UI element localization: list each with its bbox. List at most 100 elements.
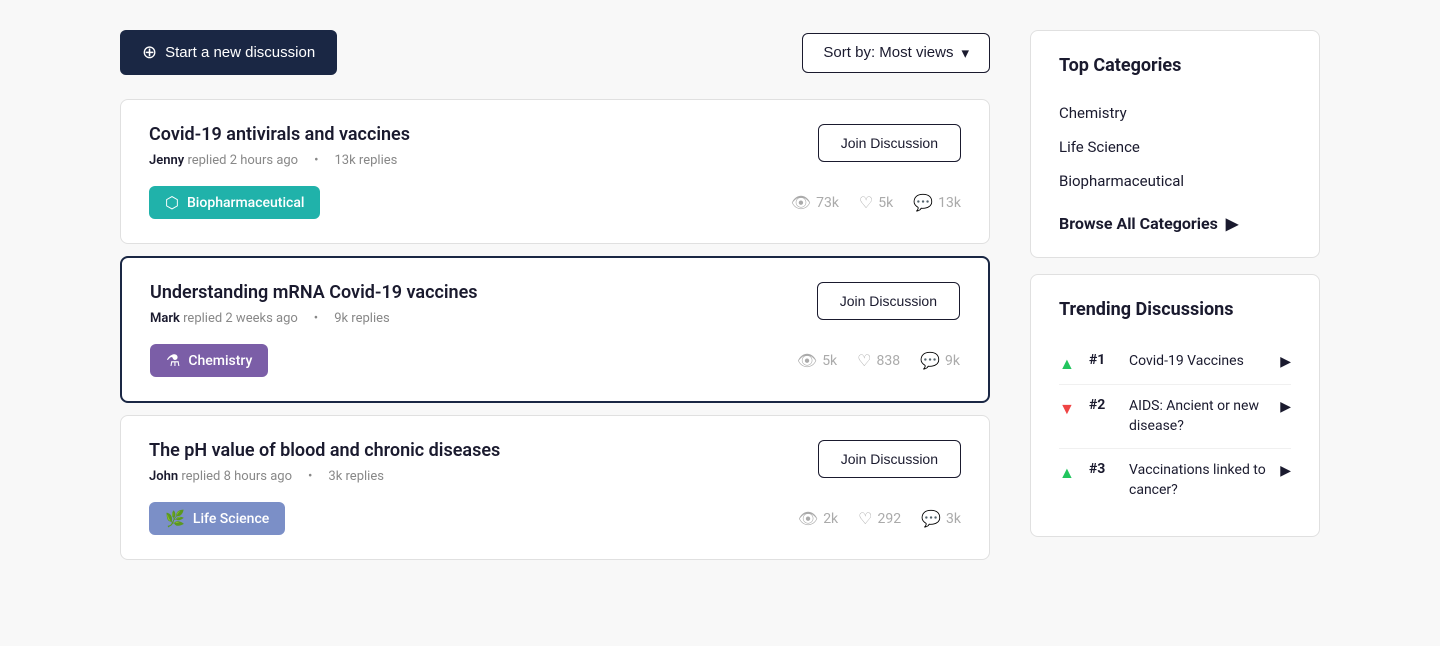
views-stat: 👁 73k (791, 193, 839, 212)
top-categories-card: Top Categories ChemistryLife ScienceBiop… (1030, 30, 1320, 258)
card-replies: 9k replies (334, 311, 390, 326)
likes-stat: ♡ 5k (859, 193, 893, 212)
trend-rank: #3 (1089, 461, 1117, 477)
card-title: Understanding mRNA Covid-19 vaccines (150, 282, 478, 303)
sort-chevron-icon: ▾ (961, 44, 969, 62)
tag-icon: ⚗ (166, 351, 180, 370)
card-title: Covid-19 antivirals and vaccines (149, 124, 410, 145)
trend-indicator: ▲ (1059, 463, 1077, 481)
card-meta: Jenny replied 2 hours ago • 13k replies (149, 153, 410, 168)
heart-icon: ♡ (858, 509, 872, 528)
card-time: replied 8 hours ago (181, 469, 292, 484)
heart-icon: ♡ (859, 193, 873, 212)
comment-icon: 💬 (921, 509, 941, 528)
comments-stat: 💬 13k (913, 193, 961, 212)
trending-item[interactable]: ▼ #2 AIDS: Ancient or new disease? ▶ (1059, 385, 1291, 449)
tag-icon: 🌿 (165, 509, 185, 528)
card-time: replied 2 hours ago (187, 153, 298, 168)
comments-stat: 💬 9k (920, 351, 960, 370)
likes-count: 838 (877, 353, 901, 369)
tag-icon: ⬡ (165, 193, 179, 212)
trend-chevron-icon: ▶ (1280, 399, 1291, 415)
views-count: 5k (822, 353, 837, 369)
discussion-card: Covid-19 antivirals and vaccines Jenny r… (120, 99, 990, 244)
likes-stat: ♡ 838 (857, 351, 900, 370)
views-stat: 👁 2k (798, 509, 838, 528)
card-title: The pH value of blood and chronic diseas… (149, 440, 500, 461)
eye-icon: 👁 (797, 351, 817, 370)
category-list: ChemistryLife ScienceBiopharmaceutical (1059, 96, 1291, 198)
card-tag[interactable]: 🌿 Life Science (149, 502, 285, 535)
eye-icon: 👁 (798, 509, 818, 528)
card-bottom: 🌿 Life Science 👁 2k ♡ 292 💬 3k (149, 502, 961, 535)
card-replies: 13k replies (335, 153, 398, 168)
trend-chevron-icon: ▶ (1280, 463, 1291, 479)
card-meta: Mark replied 2 weeks ago • 9k replies (150, 311, 478, 326)
start-discussion-button[interactable]: ⊕ Start a new discussion (120, 30, 337, 75)
card-stats: 👁 5k ♡ 838 💬 9k (797, 351, 960, 370)
trending-title: Trending Discussions (1059, 299, 1291, 320)
likes-count: 5k (878, 195, 893, 211)
discussion-card: The pH value of blood and chronic diseas… (120, 415, 990, 560)
card-tag[interactable]: ⚗ Chemistry (150, 344, 268, 377)
browse-all-button[interactable]: Browse All Categories ▶ (1059, 214, 1291, 233)
sidebar: Top Categories ChemistryLife ScienceBiop… (1030, 30, 1320, 572)
card-tag[interactable]: ⬡ Biopharmaceutical (149, 186, 320, 219)
card-time: replied 2 weeks ago (183, 311, 298, 326)
browse-all-label: Browse All Categories (1059, 214, 1218, 233)
trend-rank: #1 (1089, 352, 1117, 368)
top-categories-title: Top Categories (1059, 55, 1291, 76)
discussion-list: Covid-19 antivirals and vaccines Jenny r… (120, 99, 990, 560)
category-item[interactable]: Biopharmaceutical (1059, 164, 1291, 198)
card-info: Covid-19 antivirals and vaccines Jenny r… (149, 124, 410, 168)
card-bottom: ⬡ Biopharmaceutical 👁 73k ♡ 5k 💬 13k (149, 186, 961, 219)
comments-count: 13k (938, 195, 961, 211)
trend-rank: #2 (1089, 397, 1117, 413)
join-discussion-button[interactable]: Join Discussion (818, 124, 961, 162)
likes-count: 292 (878, 511, 902, 527)
views-count: 73k (816, 195, 839, 211)
comment-icon: 💬 (920, 351, 940, 370)
trend-up-icon: ▲ (1059, 354, 1075, 373)
card-info: The pH value of blood and chronic diseas… (149, 440, 500, 484)
trend-text: Covid-19 Vaccines (1129, 352, 1268, 372)
tag-label: Biopharmaceutical (187, 195, 304, 211)
join-discussion-button[interactable]: Join Discussion (818, 440, 961, 478)
trend-indicator: ▲ (1059, 354, 1077, 372)
trend-text: AIDS: Ancient or new disease? (1129, 397, 1268, 436)
views-stat: 👁 5k (797, 351, 837, 370)
comments-count: 9k (945, 353, 960, 369)
trend-indicator: ▼ (1059, 399, 1077, 417)
eye-icon: 👁 (791, 193, 811, 212)
trend-text: Vaccinations linked to cancer? (1129, 461, 1268, 500)
trend-chevron-icon: ▶ (1280, 354, 1291, 370)
comment-icon: 💬 (913, 193, 933, 212)
toolbar: ⊕ Start a new discussion Sort by: Most v… (120, 30, 990, 75)
likes-stat: ♡ 292 (858, 509, 901, 528)
card-top: Covid-19 antivirals and vaccines Jenny r… (149, 124, 961, 168)
card-author: Mark (150, 311, 180, 326)
card-top: The pH value of blood and chronic diseas… (149, 440, 961, 484)
main-content: ⊕ Start a new discussion Sort by: Most v… (120, 30, 990, 572)
join-discussion-button[interactable]: Join Discussion (817, 282, 960, 320)
start-discussion-label: Start a new discussion (165, 44, 315, 61)
card-stats: 👁 2k ♡ 292 💬 3k (798, 509, 961, 528)
card-replies: 3k replies (328, 469, 384, 484)
category-item[interactable]: Life Science (1059, 130, 1291, 164)
tag-label: Life Science (193, 511, 269, 527)
card-bottom: ⚗ Chemistry 👁 5k ♡ 838 💬 9k (150, 344, 960, 377)
card-info: Understanding mRNA Covid-19 vaccines Mar… (150, 282, 478, 326)
trending-item[interactable]: ▲ #3 Vaccinations linked to cancer? ▶ (1059, 449, 1291, 512)
sort-label: Sort by: Most views (823, 44, 953, 61)
heart-icon: ♡ (857, 351, 871, 370)
comments-count: 3k (946, 511, 961, 527)
browse-all-arrow-icon: ▶ (1226, 214, 1238, 233)
comments-stat: 💬 3k (921, 509, 961, 528)
trend-up-icon: ▲ (1059, 463, 1075, 482)
category-item[interactable]: Chemistry (1059, 96, 1291, 130)
card-author: Jenny (149, 153, 184, 168)
tag-label: Chemistry (188, 353, 252, 369)
views-count: 2k (823, 511, 838, 527)
sort-button[interactable]: Sort by: Most views ▾ (802, 33, 990, 73)
trending-item[interactable]: ▲ #1 Covid-19 Vaccines ▶ (1059, 340, 1291, 385)
